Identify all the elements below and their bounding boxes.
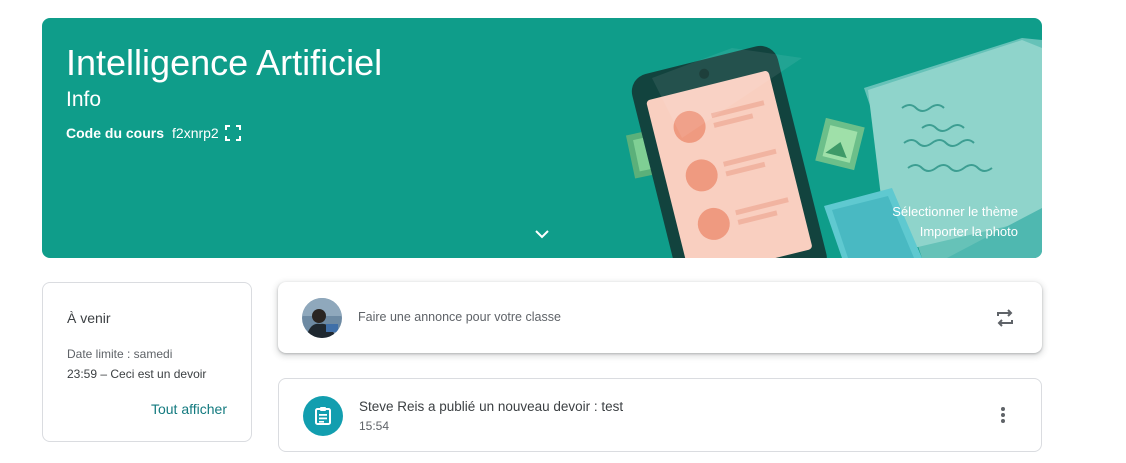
post-title: Steve Reis a publié un nouveau devoir : … xyxy=(359,399,624,414)
stream-post[interactable]: Steve Reis a publié un nouveau devoir : … xyxy=(278,378,1042,452)
view-all-link[interactable]: Tout afficher xyxy=(151,401,227,417)
fullscreen-icon[interactable] xyxy=(224,125,241,141)
repost-icon[interactable] xyxy=(994,307,1016,329)
class-title: Intelligence Artificiel xyxy=(66,42,383,83)
due-date-label: Date limite : samedi xyxy=(67,347,173,361)
assignment-icon xyxy=(303,396,343,436)
announcement-composer[interactable]: Faire une annonce pour votre classe xyxy=(278,282,1042,353)
avatar xyxy=(302,298,342,338)
announcement-placeholder[interactable]: Faire une annonce pour votre classe xyxy=(358,310,561,324)
select-theme-link[interactable]: Sélectionner le thème xyxy=(892,204,1018,219)
upload-photo-link[interactable]: Importer la photo xyxy=(920,224,1018,239)
class-banner: Intelligence Artificiel Info Code du cou… xyxy=(42,18,1042,258)
upcoming-item[interactable]: 23:59 – Ceci est un devoir xyxy=(67,367,206,381)
class-code-label: Code du cours xyxy=(66,125,165,141)
upcoming-title: À venir xyxy=(67,310,111,326)
class-code-row: Code du cours f2xnrp2 xyxy=(66,125,241,141)
post-time: 15:54 xyxy=(359,419,390,433)
more-vert-icon[interactable] xyxy=(993,405,1013,425)
class-section: Info xyxy=(66,88,102,111)
upcoming-card: À venir Date limite : samedi 23:59 – Cec… xyxy=(42,282,252,442)
class-code-value: f2xnrp2 xyxy=(172,125,219,141)
chevron-down-icon[interactable] xyxy=(532,224,552,244)
